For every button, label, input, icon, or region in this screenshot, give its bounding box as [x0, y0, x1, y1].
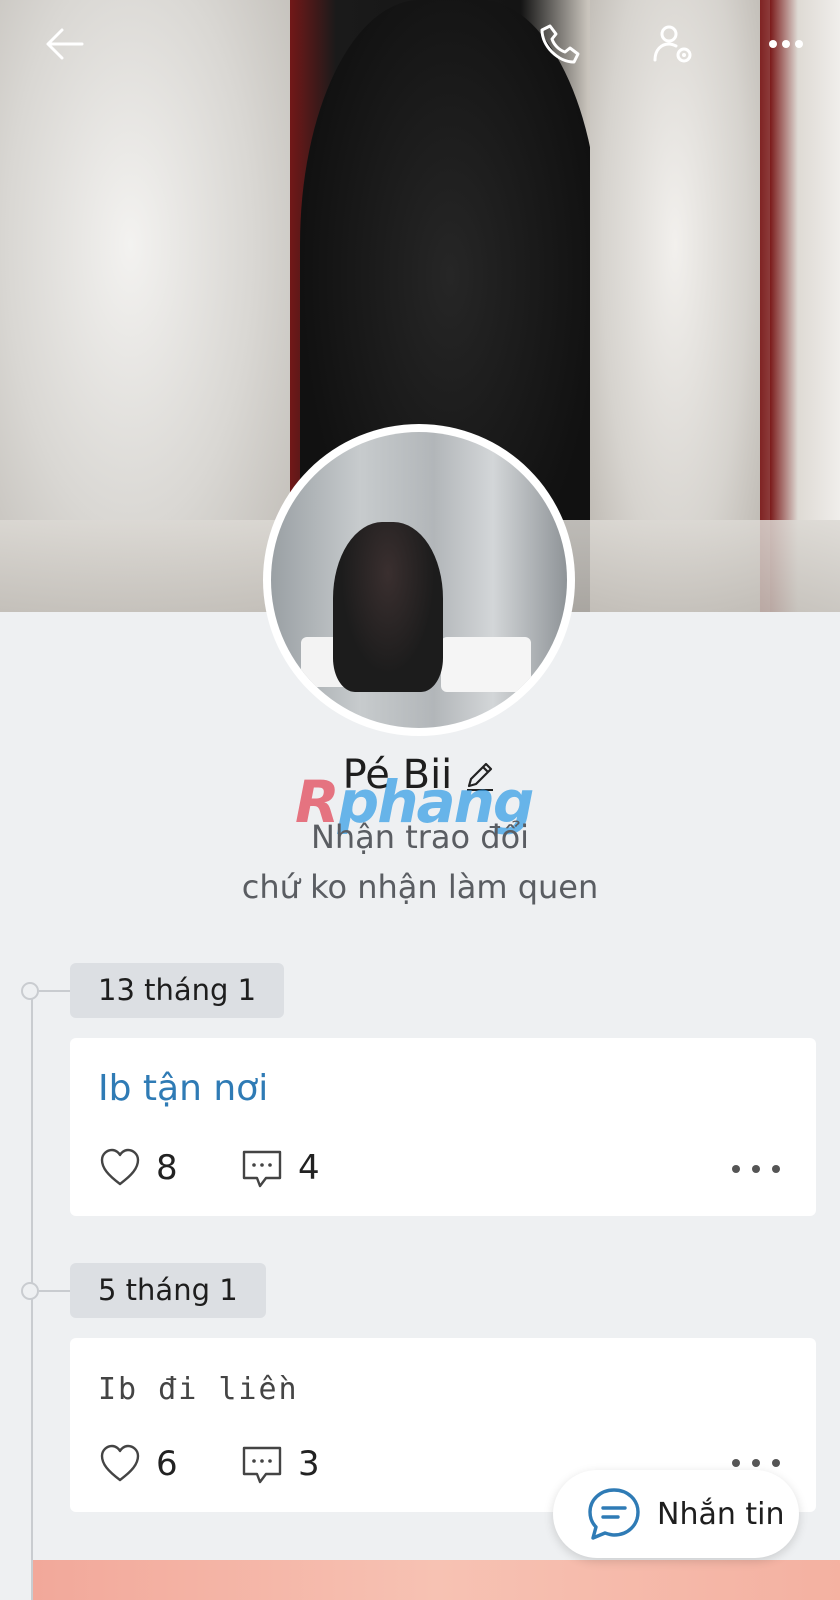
- comment-count: 4: [298, 1148, 320, 1188]
- more-options-button[interactable]: [756, 14, 816, 74]
- back-arrow-icon: [46, 28, 84, 60]
- post-date: 13 tháng 1: [70, 963, 285, 1018]
- message-button[interactable]: Nhắn tin: [553, 1470, 799, 1558]
- heart-icon: [100, 1148, 140, 1186]
- bio-line-2: chứ ko nhận làm quen: [241, 868, 599, 906]
- avatar-photo-sink-right: [441, 637, 531, 692]
- post-text: Ib đi liền: [98, 1372, 299, 1407]
- bio-line-1: Nhận trao đổi: [310, 818, 530, 856]
- comment-button[interactable]: 3: [240, 1442, 320, 1486]
- like-button[interactable]: 6: [98, 1442, 178, 1486]
- post-text: Ib tận nơi: [98, 1068, 269, 1109]
- profile-bio: Nhận trao đổi chứ ko nhận làm quen: [0, 812, 840, 912]
- avatar-photo-person: [333, 522, 443, 692]
- next-post-preview: [33, 1560, 840, 1600]
- post-more-icon[interactable]: [732, 1154, 780, 1184]
- avatar-photo: [271, 432, 567, 728]
- comment-icon: [242, 1446, 282, 1484]
- post-card[interactable]: Ib tận nơi 8 4: [70, 1038, 816, 1216]
- timeline-tick: [39, 1290, 71, 1292]
- like-count: 8: [156, 1148, 178, 1188]
- comment-button[interactable]: 4: [240, 1146, 320, 1190]
- timeline-dot: [21, 1282, 39, 1300]
- phone-icon: [540, 24, 580, 64]
- chat-bubble-icon: [588, 1488, 640, 1540]
- more-icon: [769, 40, 803, 48]
- comment-count: 3: [298, 1444, 320, 1484]
- timeline-tick: [39, 990, 71, 992]
- avatar[interactable]: [263, 424, 575, 736]
- user-settings-icon: [653, 25, 692, 63]
- post-date: 5 tháng 1: [70, 1263, 266, 1318]
- heart-icon: [100, 1444, 140, 1482]
- profile-settings-button[interactable]: [643, 14, 703, 74]
- message-button-label: Nhắn tin: [657, 1496, 785, 1532]
- call-button[interactable]: [530, 14, 590, 74]
- like-button[interactable]: 8: [98, 1146, 178, 1190]
- back-button[interactable]: [34, 14, 94, 74]
- comment-icon: [242, 1150, 282, 1188]
- like-count: 6: [156, 1444, 178, 1484]
- timeline-dot: [21, 982, 39, 1000]
